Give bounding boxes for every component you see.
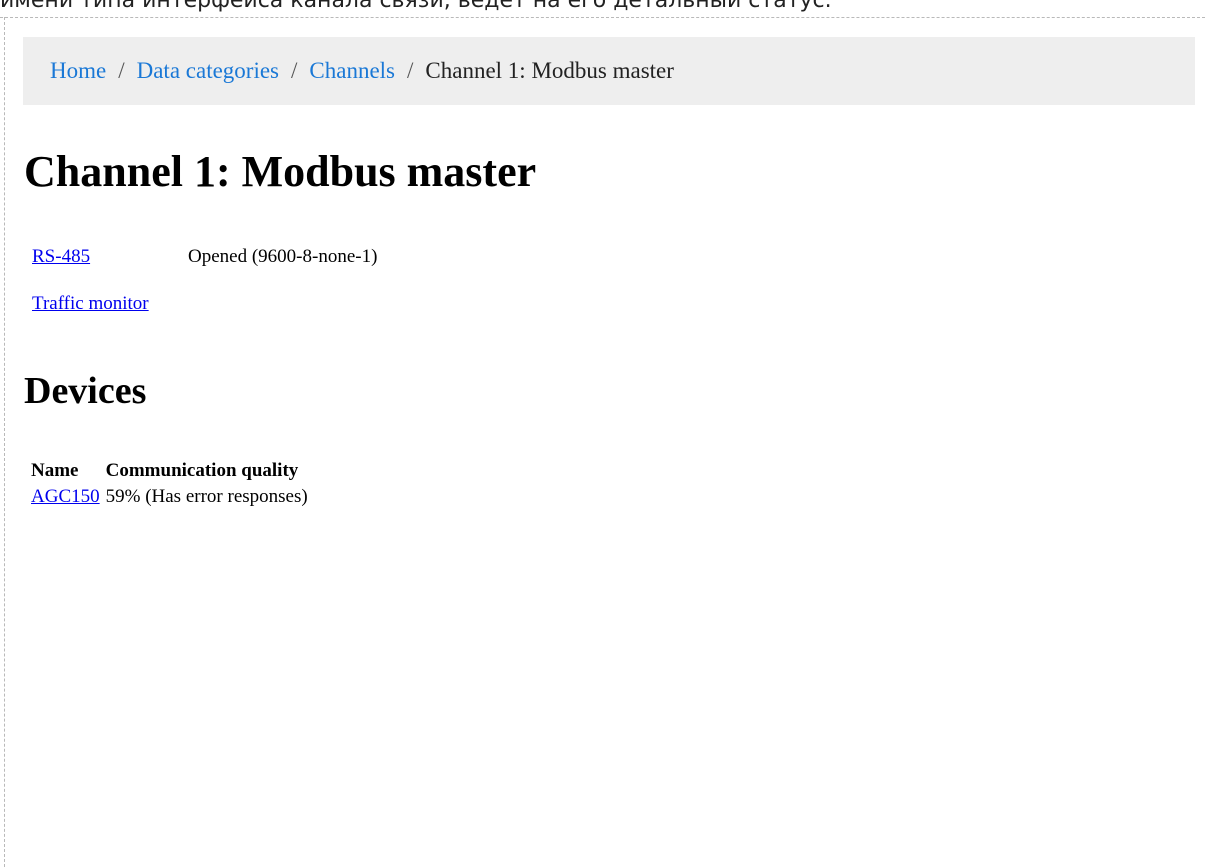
frame-border-top — [0, 17, 1205, 18]
channel-interface-row: RS-485 Opened (9600-8-none-1) — [32, 244, 377, 270]
devices-heading: Devices — [24, 370, 147, 412]
traffic-monitor-link[interactable]: Traffic monitor — [32, 291, 149, 317]
breadcrumb-channels-link[interactable]: Channels — [309, 58, 395, 84]
breadcrumb-separator: / — [118, 58, 125, 83]
breadcrumb: Home / Data categories / Channels / Chan… — [23, 37, 1195, 105]
devices-table: Name Communication quality AGC150 59% (H… — [31, 458, 314, 510]
frame-border-left — [4, 17, 5, 867]
breadcrumb-separator: / — [291, 58, 298, 83]
page-content: Home / Data categories / Channels / Chan… — [23, 37, 1195, 507]
interface-status-text: Opened (9600-8-none-1) — [188, 246, 378, 267]
table-row: AGC150 59% (Has error responses) — [31, 484, 314, 510]
table-header-row: Name Communication quality — [31, 458, 314, 484]
breadcrumb-home-link[interactable]: Home — [50, 58, 106, 84]
interface-rs485-link[interactable]: RS-485 — [32, 246, 90, 267]
page-title: Channel 1: Modbus master — [24, 147, 537, 196]
device-quality-cell: 59% (Has error responses) — [105, 486, 308, 507]
breadcrumb-current: Channel 1: Modbus master — [425, 58, 674, 83]
column-header-communication-quality: Communication quality — [105, 460, 299, 481]
breadcrumb-separator: / — [407, 58, 414, 83]
device-agc150-link[interactable]: AGC150 — [31, 486, 100, 507]
device-name-cell: AGC150 — [31, 484, 106, 510]
page-caption: имени типа интерфейса канала связи, веде… — [0, 0, 832, 13]
breadcrumb-data-categories-link[interactable]: Data categories — [137, 58, 279, 84]
column-header-name: Name — [31, 460, 79, 481]
